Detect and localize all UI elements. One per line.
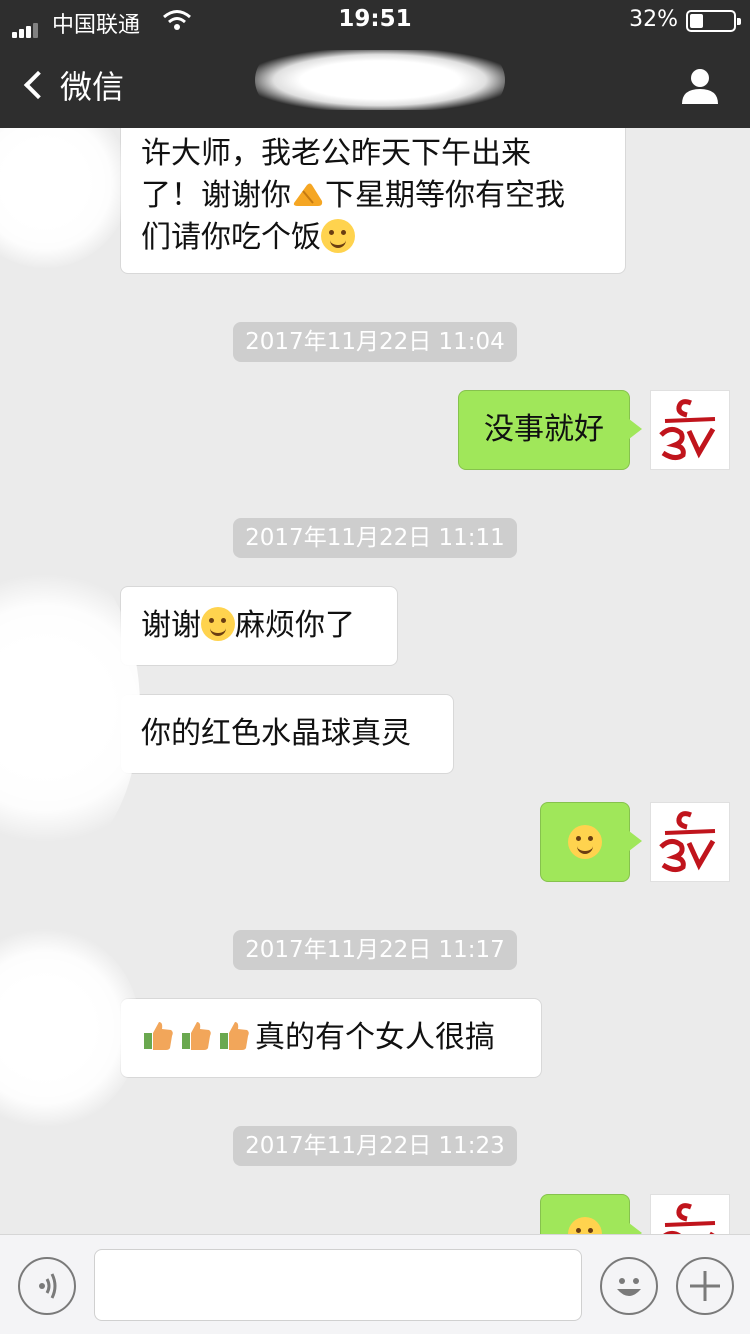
om-symbol-icon bbox=[659, 399, 716, 461]
message-text: 下星期等你有空我 bbox=[325, 178, 565, 213]
message-text: 麻烦你了 bbox=[235, 608, 355, 643]
avatar[interactable] bbox=[650, 390, 730, 470]
hand-emoji-icon bbox=[293, 183, 323, 206]
message-line: 许大师，我老公昨天下午出来 bbox=[141, 136, 531, 171]
smiley-emoji-icon bbox=[321, 219, 355, 253]
timestamp: 2017年11月22日 11:11 bbox=[0, 518, 750, 558]
message-text: 没事就好 bbox=[484, 412, 604, 447]
thumbs-up-emoji-icon bbox=[220, 1022, 249, 1050]
status-bar: 中国联通 19:51 32% bbox=[0, 0, 750, 40]
om-symbol-icon bbox=[663, 1203, 716, 1234]
smiley-emoji-icon bbox=[568, 1217, 602, 1234]
received-message[interactable]: 许大师，我老公昨天下午出来 了！谢谢你 下星期等你有空我 们请你吃个饭 bbox=[120, 128, 626, 274]
person-icon[interactable] bbox=[680, 66, 720, 106]
battery-percent: 32% bbox=[629, 7, 678, 32]
timestamp-label: 2017年11月22日 11:23 bbox=[233, 1126, 517, 1166]
smiley-emoji-icon bbox=[568, 825, 602, 859]
voice-icon bbox=[39, 1273, 57, 1299]
message-line: 了！谢谢你 下星期等你有空我 bbox=[141, 175, 605, 217]
timestamp: 2017年11月22日 11:04 bbox=[0, 322, 750, 362]
chevron-left-icon bbox=[23, 70, 53, 100]
battery-icon bbox=[686, 10, 741, 32]
chat-area[interactable]: 许大师，我老公昨天下午出来 了！谢谢你 下星期等你有空我 们请你吃个饭 2017年… bbox=[0, 128, 750, 1234]
redacted-avatar bbox=[0, 128, 130, 268]
emoji-face-icon bbox=[617, 1278, 641, 1296]
smiley-emoji-icon bbox=[201, 607, 235, 641]
timestamp-label: 2017年11月22日 11:04 bbox=[233, 322, 517, 362]
input-bar bbox=[0, 1234, 750, 1334]
message-text: 你的红色水晶球真灵 bbox=[141, 716, 411, 751]
back-label: 微信 bbox=[60, 68, 125, 106]
sent-message[interactable] bbox=[540, 802, 642, 882]
thumbs-up-emoji-icon bbox=[144, 1022, 173, 1050]
timestamp: 2017年11月22日 11:23 bbox=[0, 1126, 750, 1166]
message-text: 谢谢 bbox=[141, 608, 201, 643]
top-bar: 中国联通 19:51 32% 微信 bbox=[0, 0, 750, 128]
message-text: 了！谢谢你 bbox=[141, 178, 291, 213]
avatar[interactable] bbox=[650, 1194, 730, 1234]
thumbs-up-emoji-icon bbox=[182, 1022, 211, 1050]
plus-icon bbox=[690, 1271, 720, 1301]
redacted-avatar bbox=[0, 548, 140, 868]
timestamp-label: 2017年11月22日 11:11 bbox=[233, 518, 517, 558]
received-message[interactable]: 谢谢 麻烦你了 bbox=[120, 586, 398, 666]
sent-message[interactable]: 没事就好 bbox=[458, 390, 642, 470]
received-message[interactable]: 真的有个女人很搞 bbox=[120, 998, 542, 1078]
more-button[interactable] bbox=[676, 1257, 734, 1315]
back-button[interactable]: 微信 bbox=[18, 60, 124, 110]
redacted-title bbox=[255, 50, 505, 110]
timestamp-label: 2017年11月22日 11:17 bbox=[233, 930, 517, 970]
avatar[interactable] bbox=[650, 802, 730, 882]
om-symbol-icon bbox=[659, 811, 716, 873]
message-text: 们请你吃个饭 bbox=[141, 220, 321, 255]
message-input[interactable] bbox=[94, 1249, 582, 1321]
message-line: 们请你吃个饭 bbox=[141, 217, 605, 259]
emoji-button[interactable] bbox=[600, 1257, 658, 1315]
sent-message[interactable] bbox=[540, 1194, 642, 1234]
message-text: 真的有个女人很搞 bbox=[255, 1020, 495, 1055]
received-message[interactable]: 你的红色水晶球真灵 bbox=[120, 694, 454, 774]
voice-button[interactable] bbox=[18, 1257, 76, 1315]
